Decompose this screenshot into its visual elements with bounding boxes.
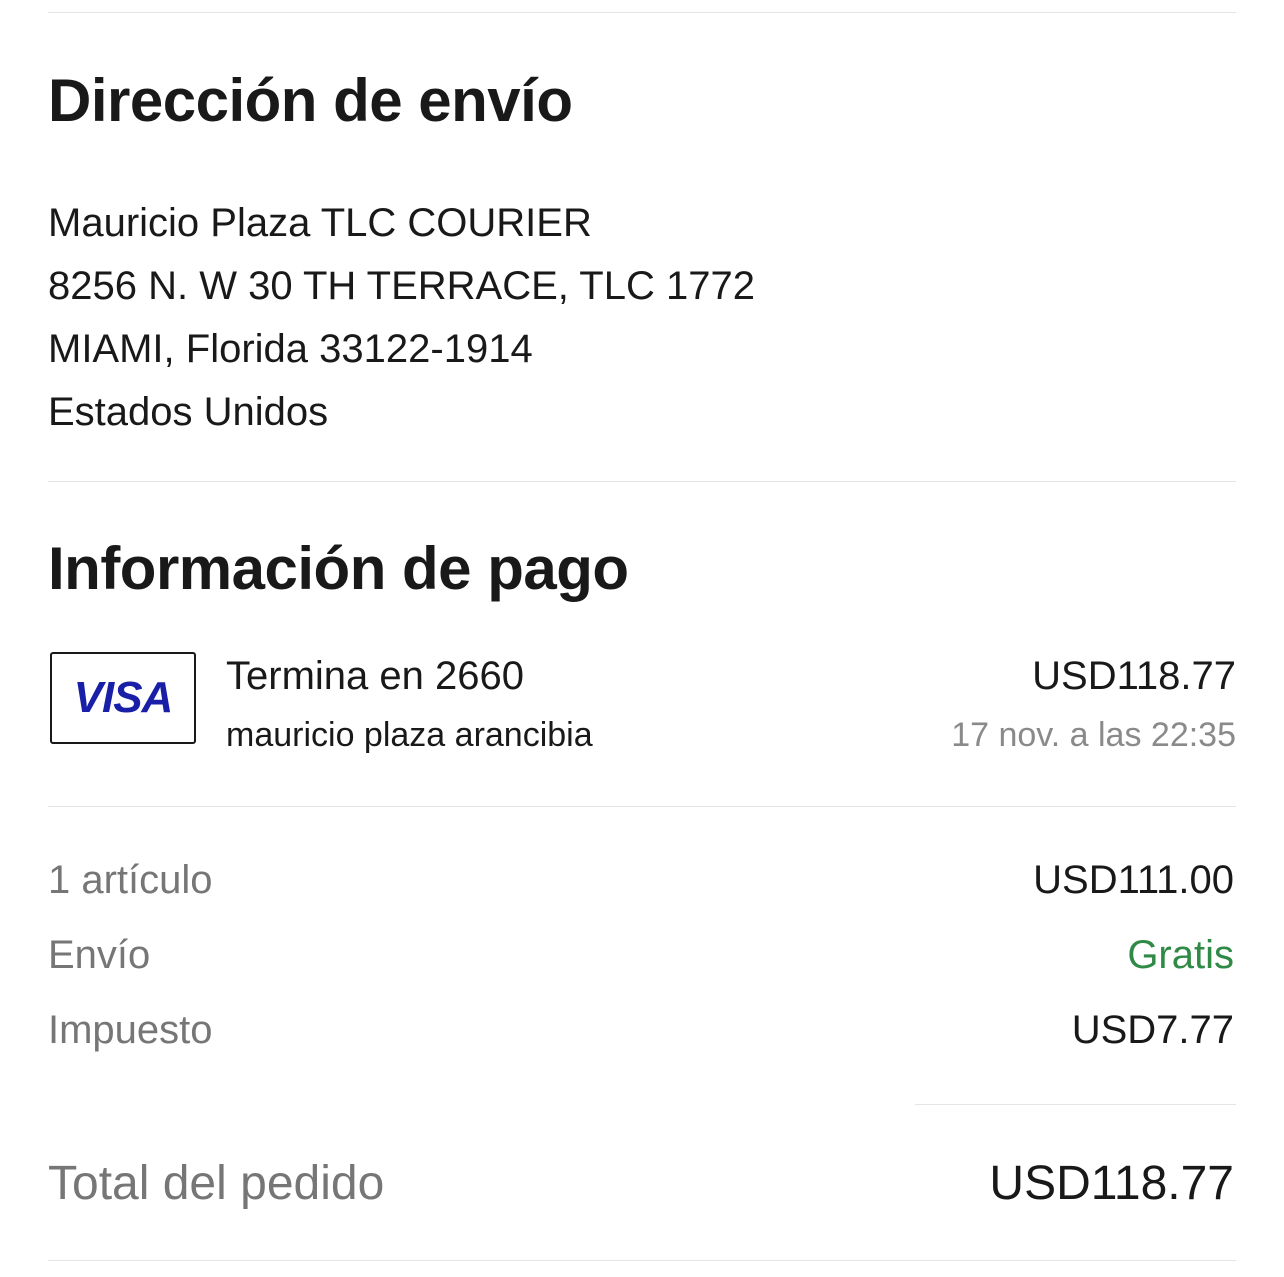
summary-label-shipping: Envío <box>48 932 151 977</box>
address-line-country: Estados Unidos <box>48 390 329 434</box>
visa-logo-text: VISA <box>73 673 174 722</box>
cardholder-name: mauricio plaza arancibia <box>226 716 593 754</box>
summary-row-items: 1 artículo USD111.00 <box>48 855 1234 905</box>
summary-value-items: USD111.00 <box>1033 857 1234 902</box>
address-line-name: Mauricio Plaza TLC COURIER <box>48 201 592 245</box>
bottom-divider <box>48 1260 1236 1261</box>
summary-value-shipping: Gratis <box>1127 932 1234 977</box>
summary-row-tax: Impuesto USD7.77 <box>48 1005 1234 1055</box>
order-total-value: USD118.77 <box>989 1156 1234 1210</box>
summary-label-tax: Impuesto <box>48 1007 213 1052</box>
payment-info-heading: Información de pago <box>48 535 629 602</box>
payment-date: 17 nov. a las 22:35 <box>951 716 1236 754</box>
shipping-address: Mauricio Plaza TLC COURIER 8256 N. W 30 … <box>48 192 755 444</box>
address-line-city: MIAMI, Florida 33122-1914 <box>48 327 533 371</box>
section-divider <box>48 481 1236 482</box>
summary-label-items: 1 artículo <box>48 857 213 902</box>
order-total-label: Total del pedido <box>48 1156 385 1210</box>
total-divider <box>915 1104 1236 1105</box>
summary-row-shipping: Envío Gratis <box>48 930 1234 980</box>
payment-method-title: Termina en 2660 <box>226 654 524 698</box>
shipping-address-heading: Dirección de envío <box>48 67 573 134</box>
summary-value-tax: USD7.77 <box>1071 1007 1234 1052</box>
address-line-street: 8256 N. W 30 TH TERRACE, TLC 1772 <box>48 264 755 308</box>
top-divider <box>48 12 1236 13</box>
payment-divider <box>48 806 1236 807</box>
visa-card-icon: VISA <box>50 652 196 744</box>
payment-amount: USD118.77 <box>1032 654 1236 698</box>
order-total-row: Total del pedido USD118.77 <box>48 1150 1234 1216</box>
